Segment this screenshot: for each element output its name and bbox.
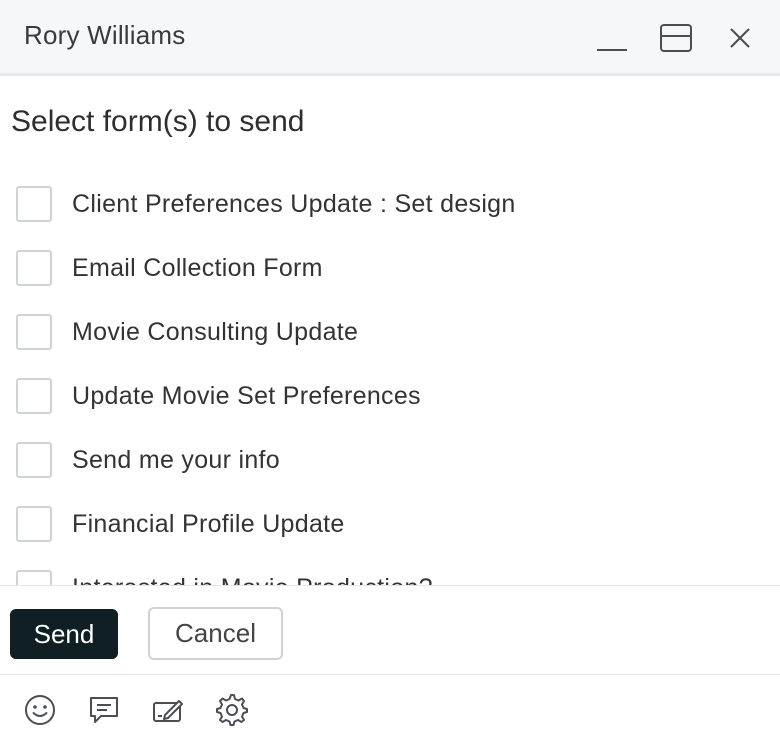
form-checkbox[interactable] [16,570,52,585]
form-label: Send me your info [72,445,280,474]
maximize-icon [660,24,692,52]
contact-name: Rory Williams [24,20,186,50]
chat-icon [90,697,118,723]
form-checkbox[interactable] [16,314,52,350]
form-item[interactable]: Email Collection Form [0,236,780,300]
gear-icon [216,694,248,726]
form-label: Interested in Movie Production? [72,574,433,586]
form-checkbox[interactable] [16,442,52,478]
form-item[interactable]: Send me your info [0,428,780,492]
form-item[interactable]: Movie Consulting Update [0,300,780,364]
form-item[interactable]: Interested in Movie Production? [0,556,780,585]
form-label: Update Movie Set Preferences [72,381,421,410]
form-checkbox[interactable] [16,378,52,414]
send-button[interactable]: Send [10,609,118,659]
action-bar: Send Cancel [0,585,780,675]
form-item[interactable]: Financial Profile Update [0,492,780,556]
maximize-button[interactable] [656,18,696,58]
form-selection-panel: Select form(s) to send Client Preference… [0,79,780,585]
edit-button[interactable] [148,690,188,730]
form-item[interactable]: Client Preferences Update : Set design [0,172,780,236]
close-button[interactable] [720,18,760,58]
form-label: Client Preferences Update : Set design [72,189,516,218]
section-title: Select form(s) to send [11,105,305,138]
form-checkbox[interactable] [16,186,52,222]
minimize-icon [597,49,627,51]
close-icon [730,28,750,48]
settings-button[interactable] [212,690,252,730]
form-item[interactable]: Update Movie Set Preferences [0,364,780,428]
emoji-icon [25,695,55,725]
minimize-button[interactable] [592,18,632,58]
form-label: Financial Profile Update [72,509,345,538]
edit-icon [153,700,183,722]
cancel-button[interactable]: Cancel [148,607,283,660]
form-label: Email Collection Form [72,253,323,282]
form-label: Movie Consulting Update [72,317,359,346]
window-header: Rory Williams [0,0,780,76]
emoji-button[interactable] [20,690,60,730]
chat-window: Rory Williams Select form(s) to send Cli… [0,0,780,752]
chat-button[interactable] [84,690,124,730]
form-checkbox[interactable] [16,250,52,286]
message-toolbar [0,676,780,752]
form-checkbox[interactable] [16,506,52,542]
